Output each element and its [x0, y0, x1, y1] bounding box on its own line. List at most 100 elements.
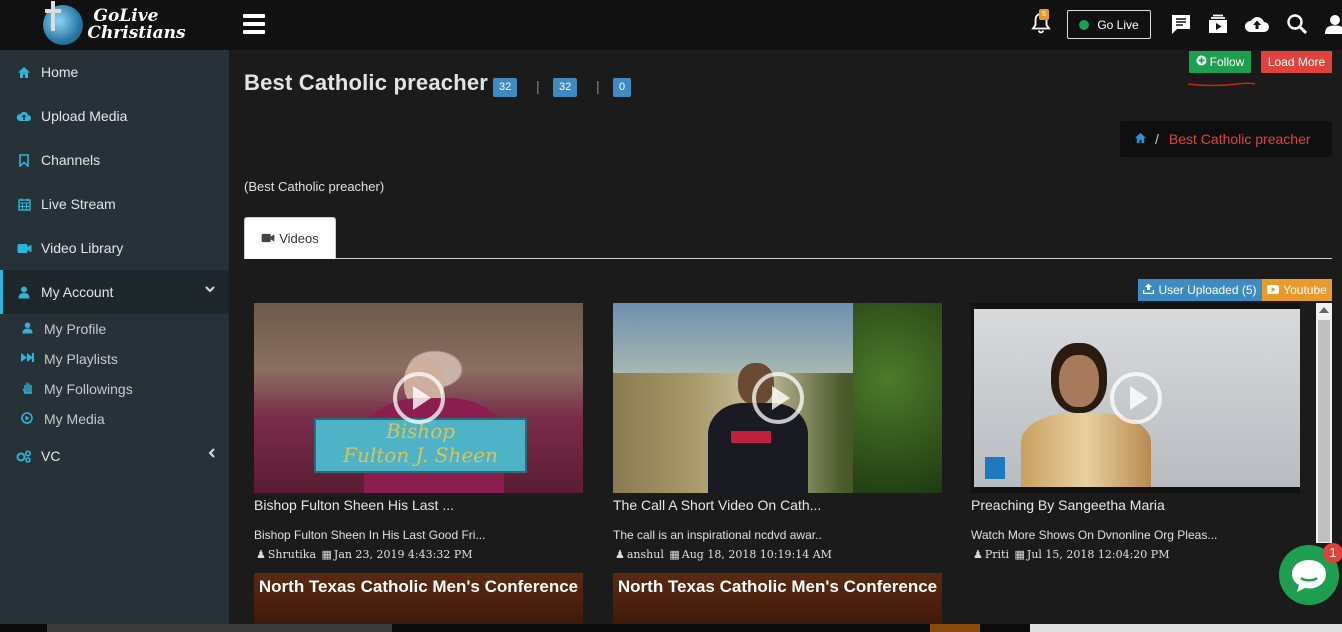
sidebar-item-label: VC: [41, 448, 61, 464]
chevron-down-icon: [205, 284, 215, 296]
divider: |: [536, 78, 540, 94]
scroll-up-icon[interactable]: [1319, 307, 1329, 313]
horizontal-scrollbar[interactable]: [0, 624, 1342, 632]
sidebar-item-label: Home: [41, 64, 79, 80]
video-description: The call is an inspirational ncdvd awar.…: [613, 528, 822, 542]
divider: |: [596, 78, 600, 94]
breadcrumb-current: Best Catholic preacher: [1168, 131, 1311, 147]
go-live-button[interactable]: Go Live: [1067, 10, 1151, 39]
home-icon: [16, 65, 32, 79]
sidebar-item-label: My Account: [41, 284, 114, 300]
chat-unread-badge: 1: [1323, 543, 1342, 563]
sidebar-item-my-profile[interactable]: My Profile: [0, 314, 229, 344]
user-icon: ♟: [615, 548, 625, 561]
main-content: Best Catholic preacher 32 | 32 | 0 Follo…: [229, 50, 1342, 632]
breadcrumb: / Best Catholic preacher: [1120, 121, 1332, 157]
video-card[interactable]: Preaching By Sangeetha Maria Watch More …: [971, 303, 1300, 561]
play-icon[interactable]: [751, 372, 804, 424]
cogs-icon: [16, 449, 32, 463]
calendar-icon: ▦: [1014, 548, 1025, 561]
brand-logo[interactable]: GoLive Christians: [0, 0, 229, 50]
count-badge: 0: [613, 78, 632, 97]
play-circle-icon: [19, 411, 35, 427]
count-badge: 32: [553, 78, 578, 97]
user-icon: ♟: [256, 548, 266, 561]
tab-videos[interactable]: Videos: [244, 217, 336, 259]
sidebar-item-my-playlists[interactable]: My Playlists: [0, 344, 229, 374]
channel-description: (Best Catholic preacher): [244, 179, 385, 194]
media-folder-icon[interactable]: [1205, 11, 1231, 37]
sidebar-sub-label: My Followings: [44, 381, 133, 397]
red-underline-annotation: [1187, 82, 1256, 87]
video-uploader: anshul: [626, 548, 664, 561]
sidebar-item-video-library[interactable]: Video Library: [0, 226, 229, 270]
user-uploaded-label: User Uploaded (5): [1158, 283, 1257, 297]
sidebar-sub-label: My Profile: [44, 321, 107, 337]
sidebar-item-my-account[interactable]: My Account: [0, 270, 229, 314]
play-icon[interactable]: [1109, 372, 1162, 424]
sidebar-item-live-stream[interactable]: Live Stream: [0, 182, 229, 226]
sidebar-sub-label: My Playlists: [44, 351, 118, 367]
search-icon[interactable]: [1284, 11, 1310, 37]
cloud-upload-icon[interactable]: [1244, 11, 1270, 37]
tab-label: Videos: [279, 231, 319, 246]
video-uploader: Priti: [984, 548, 1009, 561]
sidebar-item-label: Upload Media: [41, 108, 128, 124]
calendar-icon: [16, 197, 32, 211]
sidebar-item-channels[interactable]: Channels: [0, 138, 229, 182]
home-icon[interactable]: [1134, 131, 1147, 147]
brand-line2: Christians: [87, 23, 186, 43]
sidebar: GoLive Christians Home Upload Media Chan…: [0, 0, 229, 632]
video-meta: ♟ Priti ▦ Jul 15, 2018 12:04:20 PM: [971, 548, 1300, 561]
video-uploader: Shrutika: [267, 548, 316, 561]
sidebar-item-label: Channels: [41, 152, 101, 168]
sidebar-item-label: Live Stream: [41, 196, 116, 212]
cloud-upload-icon: [16, 109, 32, 123]
sidebar-item-home[interactable]: Home: [0, 50, 229, 94]
youtube-icon: [1267, 283, 1280, 297]
video-card[interactable]: Bishop Fulton J. Sheen Bishop Fulton She…: [254, 303, 583, 561]
hand-icon: [19, 381, 35, 397]
user-account-icon[interactable]: [1322, 11, 1342, 37]
calendar-icon: ▦: [669, 548, 680, 561]
follow-label: Follow: [1209, 55, 1245, 69]
video-description: Bishop Fulton Sheen In His Last Good Fri…: [254, 528, 486, 542]
upload-icon: [1143, 283, 1155, 297]
load-more-button[interactable]: Load More: [1261, 51, 1332, 73]
plus-circle-icon: [1196, 55, 1207, 69]
video-date: Jan 23, 2019 4:43:32 PM: [333, 548, 473, 561]
sidebar-item-my-media[interactable]: My Media: [0, 404, 229, 434]
follow-button[interactable]: Follow: [1189, 51, 1251, 73]
video-title[interactable]: Preaching By Sangeetha Maria: [971, 497, 1300, 517]
video-meta: ♟ Shrutika ▦ Jan 23, 2019 4:43:32 PM: [254, 548, 583, 561]
sidebar-item-vc[interactable]: VC: [0, 434, 229, 478]
sidebar-item-my-followings[interactable]: My Followings: [0, 374, 229, 404]
user-icon: [19, 322, 35, 337]
calendar-icon: ▦: [321, 548, 332, 561]
user-uploaded-filter-button[interactable]: User Uploaded (5): [1138, 279, 1262, 301]
sidebar-item-upload-media[interactable]: Upload Media: [0, 94, 229, 138]
user-icon: [16, 285, 32, 299]
breadcrumb-separator: /: [1155, 131, 1159, 147]
video-thumbnail[interactable]: [613, 303, 942, 493]
video-thumbnail[interactable]: Bishop Fulton J. Sheen: [254, 303, 583, 493]
chat-icon[interactable]: [1168, 11, 1194, 37]
video-title[interactable]: The Call A Short Video On Cath...: [613, 497, 942, 517]
youtube-filter-button[interactable]: Youtube: [1262, 279, 1332, 301]
video-thumbnail[interactable]: [971, 303, 1300, 493]
notification-count-badge: 5: [1039, 9, 1049, 20]
thumbnail-overlay-line2: Fulton J. Sheen: [343, 443, 498, 467]
video-date: Aug 18, 2018 10:19:14 AM: [681, 548, 832, 561]
scrollbar-thumb[interactable]: [1318, 320, 1330, 542]
logo-dove-icon: [43, 1, 84, 45]
chevron-left-icon: [208, 448, 215, 461]
video-title[interactable]: Bishop Fulton Sheen His Last ...: [254, 497, 583, 517]
live-dot-icon: [1079, 19, 1090, 30]
count-badge: 32: [493, 78, 518, 97]
play-icon[interactable]: [392, 372, 445, 424]
video-date: Jul 15, 2018 12:04:20 PM: [1026, 548, 1170, 561]
sidebar-sub-label: My Media: [44, 411, 105, 427]
video-card[interactable]: The Call A Short Video On Cath... The ca…: [613, 303, 942, 561]
menu-toggle-icon[interactable]: [243, 14, 265, 38]
my-account-submenu: My Profile My Playlists My Followings My…: [0, 314, 229, 434]
